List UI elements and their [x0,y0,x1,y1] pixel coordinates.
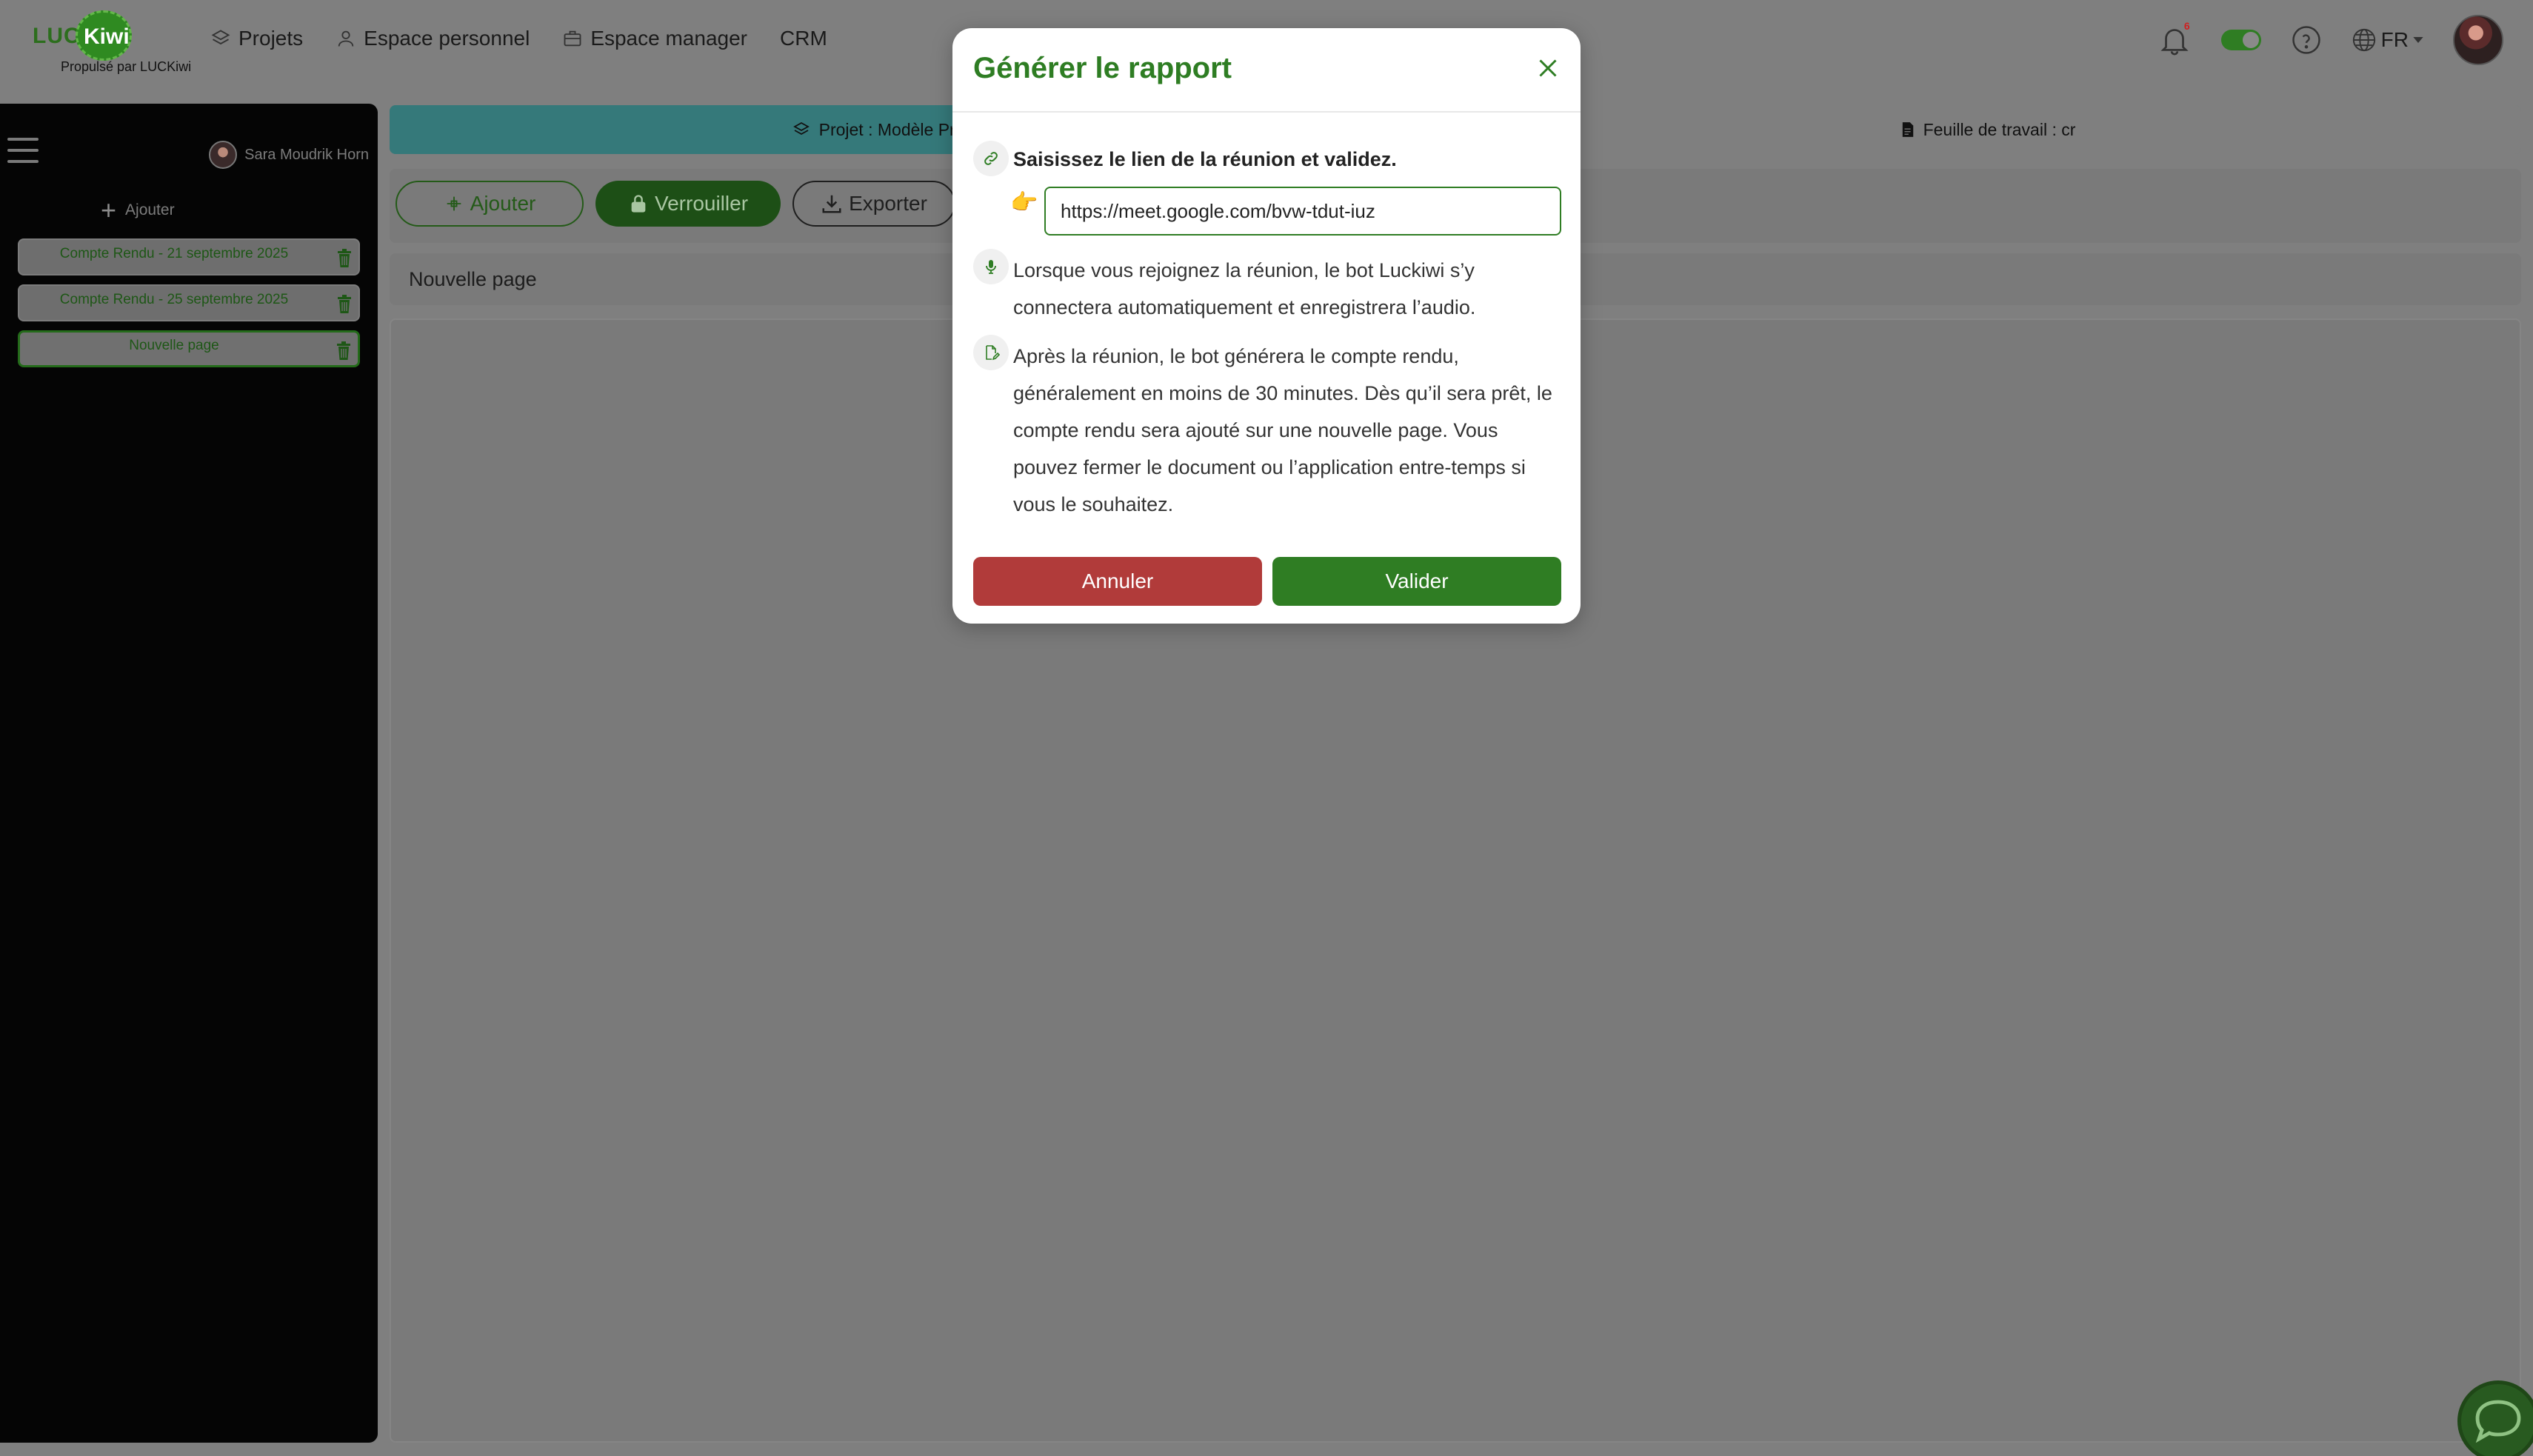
nav-espace-personnel-label: Espace personnel [364,27,530,50]
nav-projets[interactable]: Projets [210,27,303,50]
dialog-header: Générer le rapport [952,28,1581,113]
user-icon [338,30,354,47]
document-edit-icon [986,345,1000,361]
add-page-button[interactable]: + Ajouter [101,197,175,224]
export-button-label: Exporter [849,192,927,215]
main-nav: Projets Espace personnel Espace manager … [210,27,827,50]
caret-down-icon [2413,37,2423,43]
lock-button-label: Verrouiller [654,192,749,215]
language-selector[interactable]: FR [2352,27,2423,53]
layers-icon [211,30,230,45]
chat-icon [2475,1400,2521,1443]
nav-espace-manager[interactable]: Espace manager [562,27,747,50]
menu-icon[interactable] [7,138,39,167]
close-icon[interactable] [1535,55,1561,81]
bot-info-text: Lorsque vous rejoignez la réunion, le bo… [1013,259,1476,318]
nav-crm[interactable]: CRM [780,27,827,50]
lock-icon [631,195,646,213]
trash-icon[interactable] [336,341,352,361]
add-button-label: Ajouter [470,192,536,215]
sidebar-user-avatar [209,141,238,169]
link-instruction-row: Saisissez le lien de la réunion et valid… [973,141,1397,176]
document-icon [1902,122,1913,137]
doc-icon-wrap [973,335,1009,370]
page-item-label: Nouvelle page [129,338,219,353]
header-actions: 6 FR [2157,12,2503,68]
luckiwi-logo[interactable]: LUC Kiwi Propulsé par LUCKiwi [30,10,207,77]
page-title: Nouvelle page [409,267,537,290]
layers-icon [792,121,810,136]
after-info-text: Après la réunion, le bot générera le com… [1013,345,1552,515]
nav-crm-label: CRM [780,27,827,50]
list-item[interactable]: Compte Rendu - 25 septembre 2025 [18,284,360,321]
trash-icon[interactable] [336,295,353,314]
mic-icon-wrap [973,249,1009,284]
notification-count-badge: 6 [2183,20,2190,32]
pages-list: Compte Rendu - 21 septembre 2025 Compte … [18,238,360,376]
worksheet-tab[interactable]: Feuille de travail : cr [1455,105,2521,154]
worksheet-label: Feuille de travail : cr [1923,119,2076,139]
logo-text-kiwi: Kiwi [84,24,130,49]
notifications-button[interactable]: 6 [2157,20,2192,57]
chat-support-button[interactable] [2457,1380,2533,1456]
dialog-title: Générer le rapport [973,52,1232,84]
nav-espace-manager-label: Espace manager [590,27,747,50]
add-button[interactable]: Ajouter [396,181,584,227]
meeting-link-input[interactable] [1044,187,1561,236]
bot-info-row: Lorsque vous rejoignez la réunion, le bo… [973,249,1561,326]
download-icon [822,195,841,213]
list-item[interactable]: Compte Rendu - 21 septembre 2025 [18,238,360,275]
logo-text-luc: LUC [33,24,81,48]
lock-button[interactable]: Verrouiller [595,181,781,227]
export-button[interactable]: Exporter [792,181,955,227]
add-page-label: Ajouter [125,201,175,218]
plus-icon [447,196,461,211]
generate-report-dialog: Générer le rapport Saisissez le lien de … [952,28,1581,624]
user-avatar[interactable] [2453,15,2503,65]
sidebar-user: Sara Moudrik Horn [209,141,369,169]
theme-toggle[interactable] [2220,30,2261,50]
link-icon-wrap [973,141,1009,176]
globe-icon [2352,28,2375,52]
validate-button[interactable]: Valider [1272,557,1561,606]
plus-icon: + [101,195,117,225]
page-item-label: Compte Rendu - 25 septembre 2025 [59,292,289,307]
after-info-row: Après la réunion, le bot générera le com… [973,335,1561,523]
help-icon[interactable] [2291,24,2322,56]
link-instruction: Saisissez le lien de la réunion et valid… [1013,148,1397,170]
cancel-button[interactable]: Annuler [973,557,1262,606]
pages-sidebar: Sara Moudrik Horn + Ajouter Compte Rendu… [0,104,378,1443]
trash-icon[interactable] [336,249,353,268]
nav-espace-personnel[interactable]: Espace personnel [336,27,530,50]
pointing-hand-icon: 👉 [1010,190,1038,215]
microphone-icon [986,260,996,274]
list-item-active[interactable]: Nouvelle page [18,330,360,367]
link-icon [984,152,998,165]
nav-projets-label: Projets [238,27,304,50]
language-label: FR [2380,28,2409,51]
logo-kiwi-ball: Kiwi [76,10,132,61]
logo-tagline: Propulsé par LUCKiwi [61,59,192,74]
briefcase-icon [564,30,581,47]
page-item-label: Compte Rendu - 21 septembre 2025 [59,246,289,261]
sidebar-user-name: Sara Moudrik Horn [244,146,369,163]
